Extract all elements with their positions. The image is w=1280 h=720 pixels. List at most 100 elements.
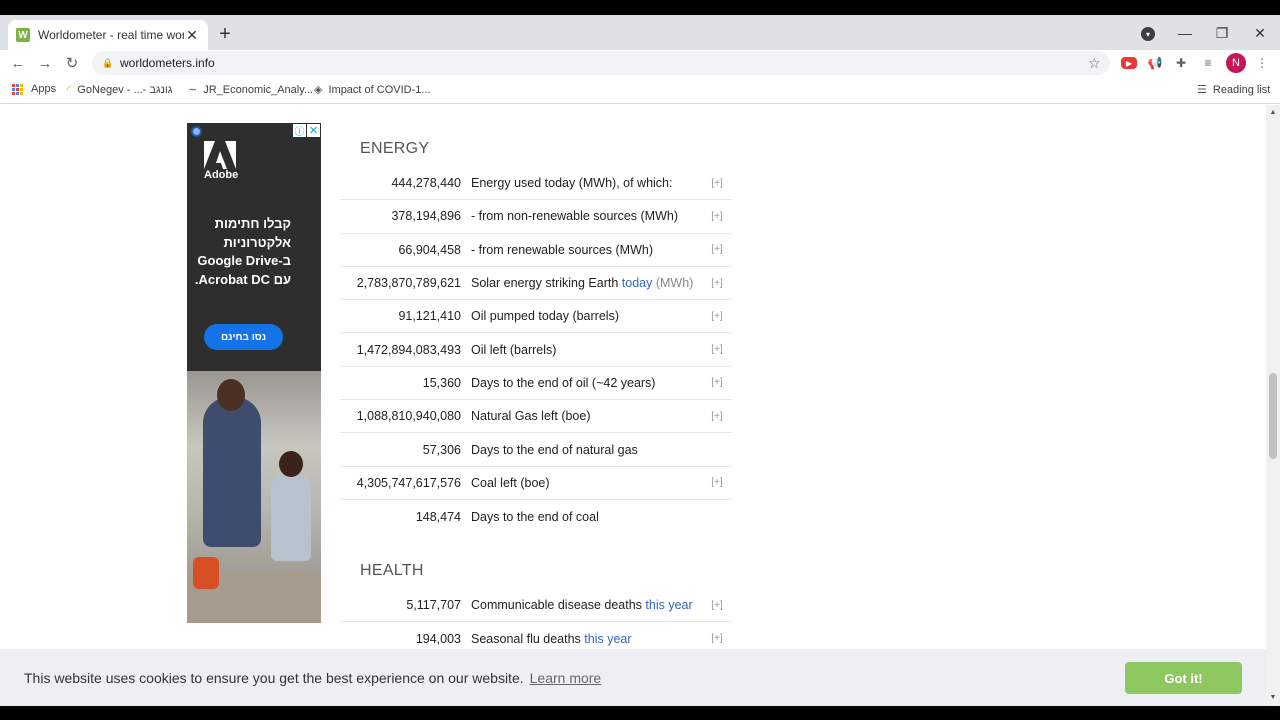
expand-button[interactable]: [+]: [702, 178, 732, 189]
cookie-accept-button[interactable]: Got it!: [1125, 662, 1242, 694]
counter-label-text: Communicable disease deaths: [471, 598, 646, 613]
table-row: 2,783,870,789,621 Solar energy striking …: [340, 267, 732, 301]
learn-more-link[interactable]: Learn more: [530, 670, 602, 686]
today-link[interactable]: today: [622, 276, 653, 290]
ad-close-icon[interactable]: ✕: [307, 124, 320, 137]
expand-button[interactable]: [+]: [702, 278, 732, 289]
ad-brand: Adobe: [204, 169, 239, 181]
browser-tab[interactable]: W Worldometer - real time world st ✕: [8, 20, 208, 50]
counter-value: 66,904,458: [398, 242, 461, 257]
ad-headline-line: ב-Google Drive: [197, 253, 291, 268]
bookmark-label: Apps: [31, 83, 57, 95]
counter-label: Days to the end of coal: [471, 509, 599, 524]
counter-label: Days to the end of natural gas: [471, 442, 638, 457]
bookmark-jr-economic[interactable]: ∼ JR_Economic_Analy...: [188, 83, 313, 97]
bookmark-label: Impact of COVID-1...: [328, 83, 431, 96]
this-year-link[interactable]: this year: [584, 632, 631, 646]
profile-avatar[interactable]: N: [1226, 53, 1246, 73]
bookmark-apps[interactable]: Apps: [12, 83, 56, 95]
reading-list-button[interactable]: ☰ Reading list: [1197, 83, 1270, 97]
counter-label: - from non-renewable sources (MWh): [471, 209, 679, 224]
scrollbar-thumb[interactable]: [1269, 373, 1277, 459]
counter-label: Energy used today (MWh), of which:: [471, 176, 673, 191]
this-year-link[interactable]: this year: [645, 598, 692, 612]
puzzle-extensions-icon[interactable]: ✚: [1172, 54, 1190, 72]
energy-section-title: ENERGY: [360, 140, 430, 157]
health-table: 5,117,707 Communicable disease deaths th…: [340, 589, 732, 656]
ad-headline-line: אלקטרוניות: [223, 234, 291, 250]
counter-value: 4,305,747,617,576: [356, 475, 461, 490]
counter-value: 194,003: [415, 631, 461, 646]
restore-icon[interactable]: ❐: [1212, 23, 1232, 43]
table-row: 1,472,894,083,493 Oil left (barrels) [+]: [340, 333, 732, 367]
adchoices-icon[interactable]: [191, 126, 202, 137]
ad-info-icon[interactable]: ⓘ: [293, 124, 306, 138]
expand-button[interactable]: [+]: [702, 211, 732, 222]
wave-icon: ∼: [188, 84, 198, 96]
ad-headline-line: עם Acrobat DC.: [194, 271, 291, 287]
forward-arrow-icon[interactable]: →: [35, 53, 55, 73]
lock-icon[interactable]: 🔒: [102, 58, 113, 69]
adobe-logo-icon: [204, 141, 236, 169]
tab-title: Worldometer - real time world st: [38, 28, 184, 42]
reload-icon[interactable]: ↻: [62, 53, 82, 73]
expand-button[interactable]: [+]: [702, 377, 732, 388]
worldometer-favicon-icon: W: [16, 28, 30, 42]
screen-bottom-border: [0, 706, 1280, 720]
counter-value: 444,278,440: [391, 176, 461, 191]
browser-menu-icon[interactable]: ⋮: [1253, 54, 1271, 72]
back-arrow-icon[interactable]: ←: [8, 53, 28, 73]
page-scrollbar[interactable]: ▲ ▼: [1266, 105, 1280, 706]
cookie-banner: This website uses cookies to ensure you …: [0, 649, 1266, 706]
counter-label: Seasonal flu deaths this year: [461, 632, 702, 646]
expand-button[interactable]: [+]: [702, 600, 732, 611]
table-row: 91,121,410 Oil pumped today (barrels) [+…: [340, 300, 732, 334]
expand-button[interactable]: [+]: [702, 633, 732, 644]
expand-button[interactable]: [+]: [702, 344, 732, 355]
counter-label: Solar energy striking Earth today (MWh): [461, 276, 702, 290]
new-tab-button[interactable]: +: [216, 22, 234, 46]
doc-icon: ◈: [314, 84, 323, 96]
minimize-icon[interactable]: —: [1175, 23, 1195, 43]
media-queue-icon[interactable]: ≡: [1199, 54, 1217, 72]
table-row: 5,117,707 Communicable disease deaths th…: [340, 589, 732, 623]
counter-label-text: Seasonal flu deaths: [471, 631, 585, 646]
tab-search-icon[interactable]: ▾: [1141, 27, 1155, 41]
page-viewport: ⓘ ✕ Adobe קבלו חתימות אלקטרוניות ב-Googl…: [0, 105, 1266, 706]
ad-headline: קבלו חתימות אלקטרוניות ב-Google Drive עם…: [187, 215, 291, 289]
scroll-down-icon[interactable]: ▼: [1269, 694, 1277, 701]
counter-value: 1,088,810,940,080: [356, 409, 461, 424]
window-close-icon[interactable]: ✕: [1250, 23, 1270, 43]
megaphone-extension-icon[interactable]: 📢: [1146, 54, 1164, 72]
counter-label: Oil pumped today (barrels): [471, 309, 619, 324]
counter-value: 57,306: [422, 442, 461, 457]
expand-button[interactable]: [+]: [702, 477, 732, 488]
bookmark-star-icon[interactable]: ☆: [1088, 55, 1110, 72]
expand-button[interactable]: [+]: [702, 311, 732, 322]
url-text[interactable]: worldometers.info: [120, 56, 1088, 70]
table-row: 57,306 Days to the end of natural gas: [340, 433, 732, 467]
expand-button[interactable]: [+]: [702, 244, 732, 255]
ad-cta-button[interactable]: נסו בחינם: [204, 324, 283, 350]
scroll-up-icon[interactable]: ▲: [1269, 109, 1277, 116]
table-row: 444,278,440 Energy used today (MWh), of …: [340, 167, 732, 201]
counter-label: Coal left (boe): [471, 475, 550, 490]
youtube-extension-icon[interactable]: ▶: [1121, 57, 1137, 69]
address-bar[interactable]: 🔒 worldometers.info ☆: [92, 51, 1110, 75]
apps-grid-icon: [12, 83, 23, 95]
tab-close-icon[interactable]: ✕: [184, 27, 200, 44]
expand-button[interactable]: [+]: [702, 411, 732, 422]
counter-label: Oil left (barrels): [471, 342, 557, 357]
tab-strip: W Worldometer - real time world st ✕ + ▾…: [0, 15, 1280, 50]
table-row: 148,474 Days to the end of coal: [340, 500, 732, 533]
browser-toolbar: ← → ↻ 🔒 worldometers.info ☆ ▶ 📢 ✚ ≡ N ⋮: [0, 50, 1280, 77]
bookmark-gonegev[interactable]: ◜ GoNegev - ...- גונגב: [67, 83, 172, 97]
bookmarks-bar: Apps ◜ GoNegev - ...- גונגב ∼ JR_Economi…: [0, 77, 1280, 104]
energy-table: 444,278,440 Energy used today (MWh), of …: [340, 167, 732, 533]
bookmark-covid[interactable]: ◈ Impact of COVID-1...: [314, 83, 431, 97]
ad-headline-line: קבלו חתימות: [214, 216, 291, 231]
ad-photo: [187, 371, 321, 623]
table-row: 66,904,458 - from renewable sources (MWh…: [340, 234, 732, 267]
adobe-advertisement[interactable]: ⓘ ✕ Adobe קבלו חתימות אלקטרוניות ב-Googl…: [187, 123, 321, 623]
counter-value: 2,783,870,789,621: [356, 276, 461, 291]
